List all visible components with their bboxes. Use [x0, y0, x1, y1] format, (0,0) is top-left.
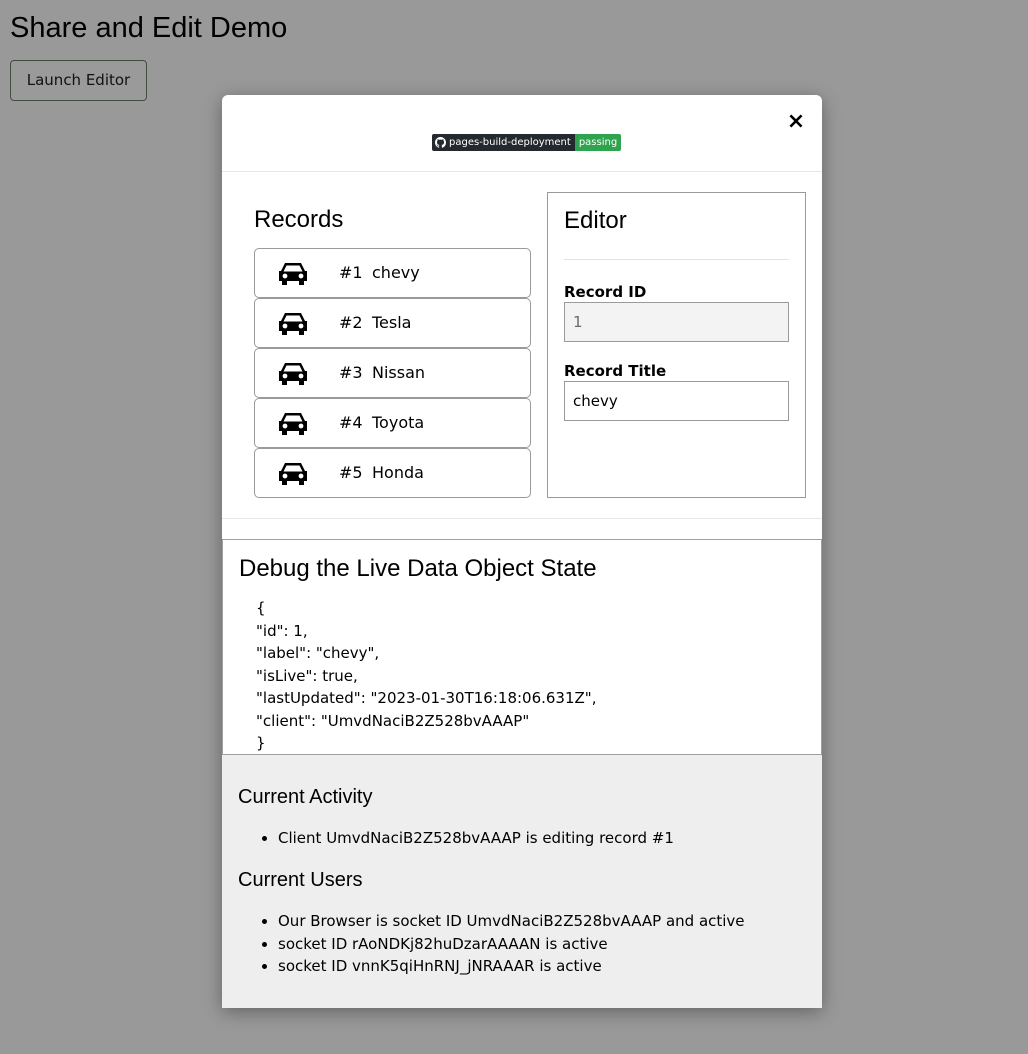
current-activity-title: Current Activity: [238, 786, 373, 808]
record-label: chevy: [372, 263, 420, 282]
records-title: Records: [254, 206, 344, 233]
user-item: socket ID rAoNDKj82huDzarAAAAN is active: [278, 933, 745, 956]
debug-panel: Debug the Live Data Object State { "id":…: [222, 539, 822, 755]
record-label: Honda: [372, 463, 424, 482]
record-list: #1 chevy #2 Tesla #3 Nissan #4 Toyota #5…: [254, 248, 531, 498]
record-item-3[interactable]: #3 Nissan: [254, 348, 531, 398]
editor-panel: Editor Record ID Record Title: [547, 192, 806, 498]
debug-line: "client": "UmvdNaciB2Z528bvAAAP": [256, 711, 530, 730]
car-icon: [279, 413, 307, 435]
current-users-title: Current Users: [238, 869, 363, 891]
debug-line: }: [256, 734, 266, 752]
build-status-badge[interactable]: pages-build-deployment passing: [432, 134, 622, 151]
record-label: Tesla: [372, 313, 412, 332]
record-label: Toyota: [372, 413, 425, 432]
debug-line: {: [256, 599, 266, 617]
activity-list: Client UmvdNaciB2Z528bvAAAP is editing r…: [238, 827, 674, 850]
record-item-1[interactable]: #1 chevy: [254, 248, 531, 298]
car-icon: [279, 263, 307, 285]
users-list: Our Browser is socket ID UmvdNaciB2Z528b…: [238, 910, 745, 978]
debug-line: "isLive": true,: [256, 666, 358, 685]
editor-divider: [564, 259, 789, 260]
car-icon: [279, 363, 307, 385]
debug-json: { "id": 1, "label": "chevy", "isLive": t…: [256, 597, 596, 755]
record-number: #4: [339, 413, 363, 432]
debug-line: "id": 1,: [256, 621, 308, 640]
record-item-5[interactable]: #5 Honda: [254, 448, 531, 498]
badge-workflow-label: pages-build-deployment: [449, 137, 571, 148]
debug-line: "lastUpdated": "2023-01-30T16:18:06.631Z…: [256, 689, 597, 707]
record-number: #2: [339, 313, 363, 332]
launch-editor-button[interactable]: Launch Editor: [10, 60, 147, 101]
record-number: #5: [339, 463, 363, 482]
user-item: Our Browser is socket ID UmvdNaciB2Z528b…: [278, 910, 745, 933]
car-icon: [279, 313, 307, 335]
activity-item: Client UmvdNaciB2Z528bvAAAP is editing r…: [278, 827, 674, 850]
section-divider: [222, 518, 822, 519]
badge-status-label: passing: [574, 134, 622, 151]
record-id-field[interactable]: [564, 302, 789, 342]
debug-line: "label": "chevy",: [256, 644, 380, 662]
record-id-label: Record ID: [564, 283, 647, 301]
close-button[interactable]: ×: [785, 109, 807, 135]
github-icon: [435, 137, 446, 148]
record-label: Nissan: [372, 363, 426, 382]
car-icon: [279, 463, 307, 485]
activity-panel: Current Activity Client UmvdNaciB2Z528bv…: [222, 755, 822, 1008]
record-item-4[interactable]: #4 Toyota: [254, 398, 531, 448]
record-title-label: Record Title: [564, 362, 667, 380]
record-number: #3: [339, 363, 363, 382]
record-title-field[interactable]: [564, 381, 789, 421]
editor-modal: pages-build-deployment passing × Records…: [222, 95, 822, 1008]
record-item-2[interactable]: #2 Tesla: [254, 298, 531, 348]
user-item: socket ID vnnK5qiHnRNJ_jNRAAAR is active: [278, 955, 745, 978]
page-title: Share and Edit Demo: [10, 12, 288, 44]
modal-header: pages-build-deployment passing ×: [222, 95, 822, 172]
editor-title: Editor: [564, 207, 627, 234]
record-number: #1: [339, 263, 363, 282]
debug-title: Debug the Live Data Object State: [239, 555, 597, 582]
